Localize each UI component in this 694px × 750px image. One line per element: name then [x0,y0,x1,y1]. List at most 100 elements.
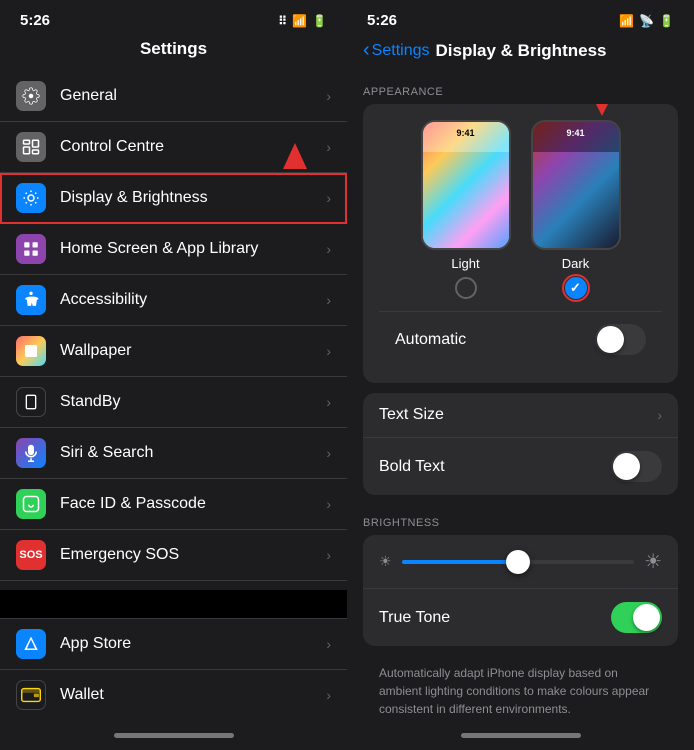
sidebar-item-exposure[interactable]: Exposure Notifications › [0,581,347,590]
back-label: Settings [372,42,430,60]
brightness-slider-section: ☀ ☀ [363,535,678,588]
wifi-icon: 📶 [292,14,307,28]
text-size-row[interactable]: Text Size › [363,393,678,438]
toggle-knob-true-tone [633,604,660,631]
sidebar-item-siri-search[interactable]: Siri & Search › [0,428,347,479]
light-label: Light [451,256,479,271]
back-chevron-icon: ‹ [363,39,370,62]
sidebar-item-standby[interactable]: StandBy › [0,377,347,428]
brightness-section-label: BRIGHTNESS [363,505,678,535]
true-tone-description: Automatically adapt iPhone display based… [363,656,678,720]
settings-list: General › Control Centre › Display & Bri… [0,71,347,590]
right-header: ‹ Settings Display & Brightness [347,35,694,74]
accessibility-chevron: › [326,292,331,308]
brightness-thumb[interactable] [506,550,530,574]
automatic-toggle[interactable] [595,324,646,355]
standby-icon [16,387,46,417]
sidebar-item-face-id[interactable]: Face ID & Passcode › [0,479,347,530]
right-home-bar [461,733,581,738]
control-centre-icon [16,132,46,162]
light-preview-time: 9:41 [423,128,509,138]
emergency-sos-icon: SOS [16,540,46,570]
bold-text-toggle[interactable] [611,451,662,482]
sidebar-item-app-store[interactable]: App Store › [0,618,347,670]
wallpaper-icon [16,336,46,366]
home-screen-label: Home Screen & App Library [60,240,326,258]
appearance-option-dark[interactable]: 9:41 Dark ✓ [531,120,621,299]
text-options-card: Text Size › Bold Text [363,393,678,495]
text-size-chevron: › [657,407,662,423]
wallet-icon [16,680,46,710]
sidebar-item-emergency-sos[interactable]: SOS Emergency SOS › [0,530,347,581]
battery-icon: 🔋 [312,14,327,28]
brightness-slider-row: ☀ ☀ [379,549,662,574]
accessibility-label: Accessibility [60,291,326,309]
home-screen-chevron: › [326,241,331,257]
display-brightness-content: APPEARANCE 9:41 Light [347,74,694,720]
automatic-row: Automatic [379,311,662,367]
true-tone-label: True Tone [379,609,450,627]
right-battery-icon: 🔋 [659,14,674,28]
dark-arrow [588,104,616,116]
left-time: 5:26 [20,12,50,29]
automatic-label: Automatic [395,331,466,349]
true-tone-row: True Tone [363,588,678,646]
control-centre-chevron: › [326,139,331,155]
dark-preview-time: 9:41 [533,128,619,138]
brightness-high-icon: ☀ [644,549,662,574]
light-radio[interactable] [455,277,477,299]
list-divider [0,590,347,618]
text-size-label: Text Size [379,406,444,424]
emergency-sos-chevron: › [326,547,331,563]
bottom-settings-list: App Store › Wallet › [0,618,347,720]
appearance-card: 9:41 Light 9:41 Dark [363,104,678,383]
display-brightness-icon [16,183,46,213]
appearance-options: 9:41 Light 9:41 Dark [379,120,662,299]
right-status-bar: 5:26 📶 📡 🔋 [347,0,694,35]
sidebar-item-home-screen[interactable]: Home Screen & App Library › [0,224,347,275]
home-screen-icon [16,234,46,264]
right-home-indicator [347,720,694,750]
right-wifi-icon: 📡 [639,14,654,28]
toggle-knob-bold [613,453,640,480]
dark-radio[interactable]: ✓ [565,277,587,299]
standby-chevron: › [326,394,331,410]
accessibility-icon [16,285,46,315]
general-icon [16,81,46,111]
face-id-icon [16,489,46,519]
emergency-sos-label: Emergency SOS [60,546,326,564]
sidebar-item-wallet[interactable]: Wallet › [0,670,347,720]
sidebar-item-general[interactable]: General › [0,71,347,122]
right-status-icons: 📶 📡 🔋 [619,14,674,28]
bold-text-label: Bold Text [379,458,445,476]
dark-preview: 9:41 [531,120,621,250]
sidebar-item-display-brightness[interactable]: Display & Brightness › [0,173,347,224]
dark-label: Dark [562,256,589,271]
wallpaper-chevron: › [326,343,331,359]
sidebar-item-accessibility[interactable]: Accessibility › [0,275,347,326]
home-bar [114,733,234,738]
light-preview: 9:41 [421,120,511,250]
appearance-option-light[interactable]: 9:41 Light [421,120,511,299]
text-size-right: › [657,407,662,423]
right-panel-title: Display & Brightness [435,41,606,61]
app-store-label: App Store [60,635,326,653]
standby-label: StandBy [60,393,326,411]
back-button[interactable]: ‹ Settings [363,39,429,62]
siri-search-label: Siri & Search [60,444,326,462]
left-status-icons: ⠿ 📶 🔋 [278,14,327,28]
sidebar-item-wallpaper[interactable]: Wallpaper › [0,326,347,377]
display-brightness-chevron: › [326,190,331,206]
face-id-chevron: › [326,496,331,512]
app-store-chevron: › [326,636,331,652]
brightness-fill [402,560,518,564]
brightness-low-icon: ☀ [379,553,392,570]
left-status-bar: 5:26 ⠿ 📶 🔋 [0,0,347,35]
right-signal-icon: 📶 [619,14,634,28]
brightness-track[interactable] [402,560,635,564]
wallet-chevron: › [326,687,331,703]
left-home-indicator [0,720,347,750]
bold-text-row: Bold Text [363,438,678,495]
true-tone-toggle[interactable] [611,602,662,633]
settings-title: Settings [0,35,347,71]
